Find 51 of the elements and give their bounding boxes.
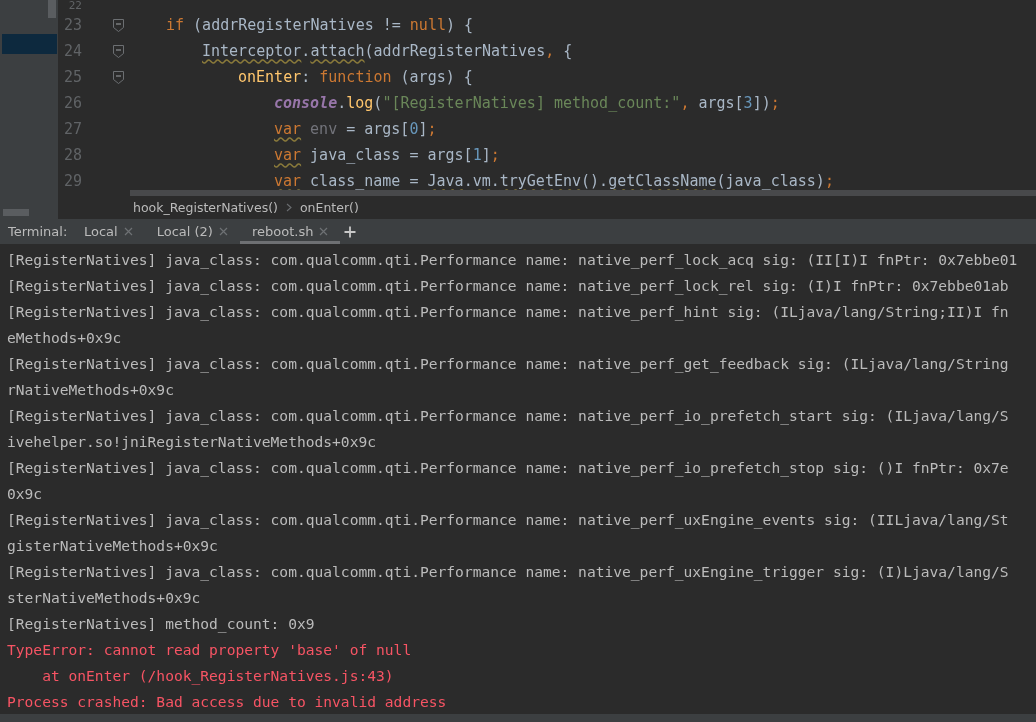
close-icon[interactable]	[123, 227, 133, 236]
fold-icon[interactable]	[113, 18, 124, 32]
close-icon[interactable]	[319, 227, 329, 236]
terminal-line: TypeError: cannot read property 'base' of null	[7, 640, 412, 658]
fold-icon[interactable]	[113, 44, 124, 58]
line-number: 26	[62, 94, 82, 112]
close-icon[interactable]	[218, 227, 228, 236]
terminal-line: rNativeMethods+0x9c	[7, 380, 174, 398]
line-number: 27	[62, 120, 82, 138]
terminal-line: [RegisterNatives] java_class: com.qualcomm.qti.Performance name: native_perf_get_feedback sig: (ILjava/lang/String	[7, 354, 1009, 372]
terminal-line: [RegisterNatives] java_class: com.qualcomm.qti.Performance name: native_perf_io_prefetch_stop sig: ()I fnPtr: 0x7e	[7, 458, 1009, 476]
chevron-icon	[285, 203, 292, 212]
terminal-line: Process crashed: Bad access due to invalid address	[7, 692, 447, 710]
line-number: 23	[62, 16, 82, 34]
terminal-line: [RegisterNatives] java_class: com.qualcomm.qti.Performance name: native_perf_lock_acq sig: (II[I)I fnPtr: 0x7ebbe01	[7, 250, 1018, 268]
terminal-line: [RegisterNatives] java_class: com.qualcomm.qti.Performance name: native_perf_uxEngine_trigger sig: (I)Ljava/lang/S	[7, 562, 1009, 580]
code-line: var env = args[0];	[274, 120, 437, 138]
scrollbar-thumb[interactable]	[48, 0, 56, 18]
terminal-line: eMethods+0x9c	[7, 328, 122, 346]
fold-icon[interactable]	[113, 70, 124, 84]
line-number: 28	[62, 146, 82, 164]
line-number: 29	[62, 172, 82, 190]
terminal-line: sterNativeMethods+0x9c	[7, 588, 201, 606]
code-line: Interceptor.attach(addrRegisterNatives, {	[202, 42, 573, 60]
code-line: if (addrRegisterNatives != null) {	[166, 16, 474, 34]
line-number: 24	[62, 42, 82, 60]
terminal-tab[interactable]: Local	[72, 219, 145, 244]
terminal-line: [RegisterNatives] java_class: com.qualcomm.qti.Performance name: native_perf_lock_rel sig: (I)I fnPtr: 0x7ebbe01ab	[7, 276, 1009, 294]
terminal-tab[interactable]: Local (2)	[144, 219, 240, 244]
code-line: var java_class = args[1];	[274, 146, 500, 164]
breadcrumb-item[interactable]: hook_RegisterNatives()	[133, 200, 278, 215]
terminal-line: [RegisterNatives] method_count: 0x9	[7, 614, 315, 632]
breadcrumb-item[interactable]: onEnter()	[299, 200, 359, 215]
horizontal-scrollbar[interactable]	[130, 190, 1036, 196]
code-line: console.log("[RegisterNatives] method_count:", args[3]);	[274, 94, 780, 112]
terminal-tab[interactable]: reboot.sh	[239, 219, 341, 244]
terminal-line: at onEnter (/hook_RegisterNatives.js:43)	[41, 666, 394, 684]
code-line: var class_name = Java.vm.tryGetEnv().getClassName(java_class);	[274, 172, 834, 190]
line-number: 22	[67, 0, 82, 12]
terminal-line: 0x9c	[7, 484, 43, 502]
selection-highlight	[2, 34, 57, 54]
plus-icon[interactable]	[344, 225, 357, 238]
terminal-line: [RegisterNatives] java_class: com.qualcomm.qti.Performance name: native_perf_io_prefetch_start sig: (ILjava/lang/S	[7, 406, 1009, 424]
code-line: onEnter: function (args) {	[238, 68, 473, 86]
terminal-line: ivehelper.so!jniRegisterNativeMethods+0x9c	[7, 432, 377, 450]
terminal-line: gisterNativeMethods+0x9c	[7, 536, 218, 554]
line-number: 25	[62, 68, 82, 86]
terminal-line: [RegisterNatives] java_class: com.qualcomm.qti.Performance name: native_perf_uxEngine_events sig: (IILjava/lang/St	[7, 510, 1009, 528]
terminal-line: [RegisterNatives] java_class: com.qualcomm.qti.Performance name: native_perf_hint sig: (ILjava/lang/String;II)I fn	[7, 302, 1009, 320]
terminal-label: Terminal:	[7, 223, 69, 241]
scrollbar-thumb[interactable]	[3, 209, 29, 216]
